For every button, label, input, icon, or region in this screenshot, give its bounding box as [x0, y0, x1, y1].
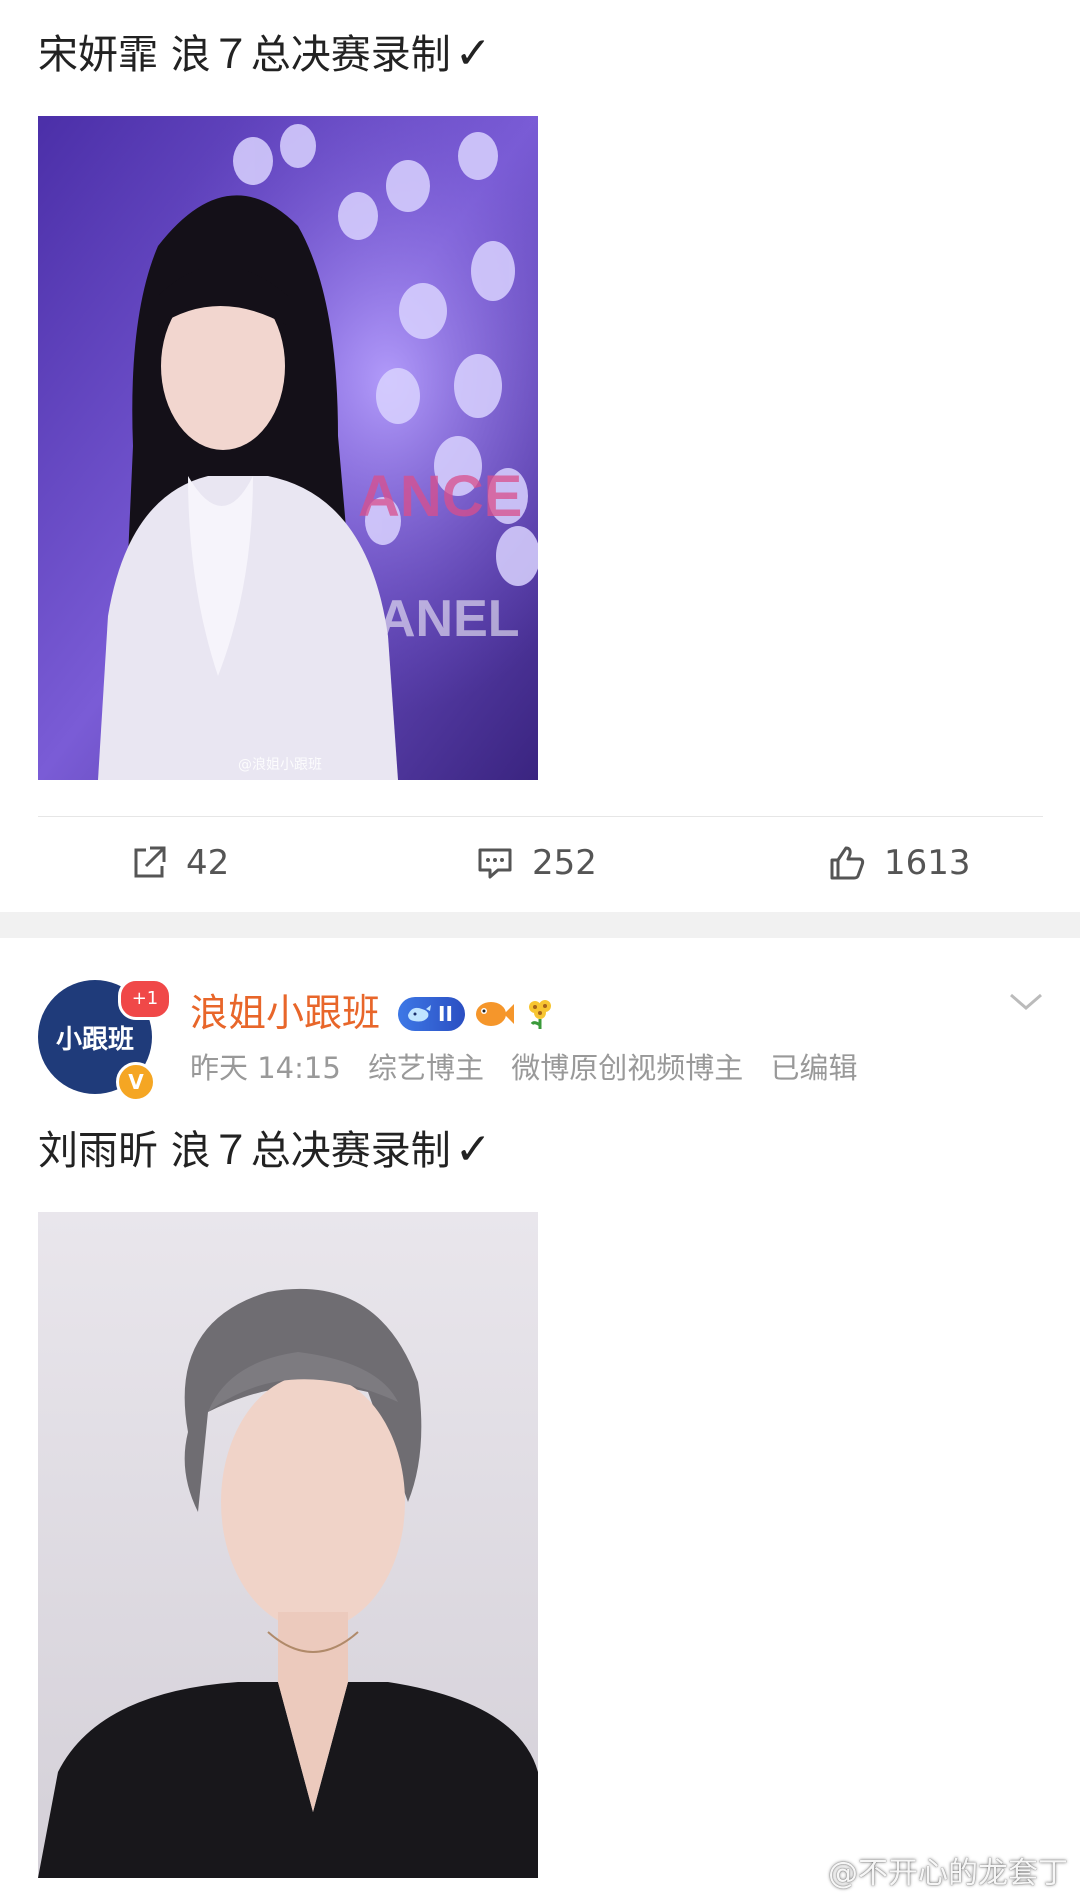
like-button[interactable]: 1613: [826, 830, 971, 896]
check-icon: ✓: [454, 1124, 492, 1175]
portrait-photo: ANCE ANEL: [38, 116, 538, 780]
divider: [38, 816, 1043, 817]
post-photo[interactable]: ANCE ANEL @浪姐小跟班: [38, 116, 538, 780]
author-name[interactable]: 浪姐小跟班: [190, 988, 380, 1038]
post-photo[interactable]: [38, 1212, 538, 1878]
thumbs-up-icon: [830, 846, 865, 880]
post-meta: 昨天 14:15 综艺博主 微博原创视频博主 已编辑: [190, 1046, 876, 1090]
portrait-photo: [38, 1212, 538, 1878]
fish-icon: [475, 1002, 514, 1026]
flower-icon: [528, 1000, 551, 1029]
like-count: 1613: [884, 843, 971, 883]
notification-badge: +1: [118, 978, 172, 1020]
comment-icon: [478, 848, 512, 879]
repost-icon: [134, 846, 166, 878]
member-badges: II: [398, 992, 557, 1036]
svg-text:ANEL: ANEL: [378, 590, 520, 648]
member-level-badge[interactable]: II: [398, 997, 465, 1031]
whale-icon: [408, 1005, 431, 1022]
verified-badge: V: [116, 1062, 156, 1102]
post-text: 宋妍霏 浪７总决赛录制✓: [38, 26, 492, 83]
svg-text:ANCE: ANCE: [358, 464, 522, 529]
post-time: 昨天 14:15: [190, 1051, 341, 1085]
member-level-text: II: [438, 1002, 453, 1026]
check-icon: ✓: [454, 28, 492, 79]
comment-count: 252: [532, 843, 597, 883]
watermark-text: @不开心的龙套丁: [828, 1856, 1068, 1891]
photo-watermark: @浪姐小跟班: [238, 757, 322, 773]
repost-count: 42: [186, 843, 230, 883]
post-separator: [0, 912, 1080, 938]
avatar-text: 小跟班: [55, 1024, 134, 1055]
chevron-down-icon[interactable]: [1008, 990, 1044, 1014]
post-text-content: 宋妍霏 浪７总决赛录制: [38, 32, 451, 78]
action-bar: 42 252 1613: [0, 830, 1080, 896]
repost-button[interactable]: 42: [128, 830, 229, 896]
weibo-logo-icon: [786, 1858, 821, 1884]
author-tag-video: 微博原创视频博主: [511, 1051, 744, 1085]
watermark: @不开心的龙套丁: [786, 1848, 1068, 1892]
author-tag-variety: 综艺博主: [368, 1051, 485, 1085]
edited-label: 已编辑: [770, 1051, 858, 1085]
post-text-content: 刘雨昕 浪７总决赛录制: [38, 1128, 451, 1174]
post-text: 刘雨昕 浪７总决赛录制✓: [38, 1122, 492, 1179]
comment-button[interactable]: 252: [474, 830, 597, 896]
